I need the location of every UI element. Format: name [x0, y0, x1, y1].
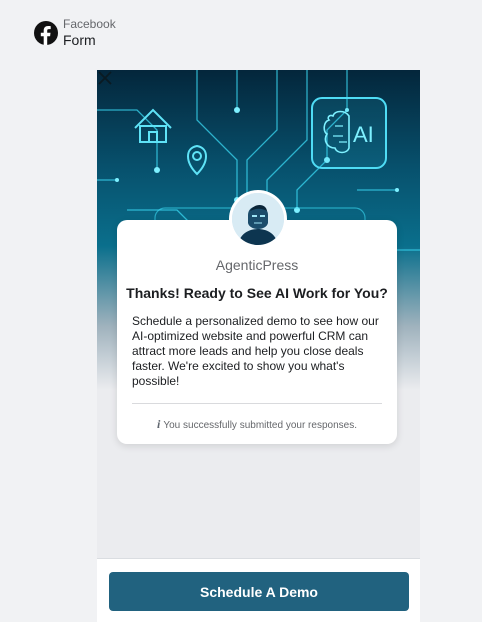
form-header: Facebook Form [34, 16, 116, 48]
info-icon: i [157, 417, 161, 431]
form-footer: Schedule A Demo [97, 558, 420, 622]
submission-confirmation: i You successfully submitted your respons… [117, 417, 397, 432]
svg-text:AI: AI [353, 122, 374, 147]
brand-name: AgenticPress [215, 257, 299, 273]
form-preview: AI AgenticPress Thanks! Ready to See AI … [97, 70, 420, 622]
header-title: Form [63, 32, 96, 48]
close-icon[interactable] [97, 70, 113, 86]
location-pin-icon [187, 144, 207, 176]
thank-you-headline: Thanks! Ready to See AI Work for You? [126, 285, 388, 301]
confirmation-card: AgenticPress Thanks! Ready to See AI Wor… [117, 190, 397, 444]
thank-you-message: Schedule a personalized demo to see how … [132, 314, 379, 388]
confirmation-text: You successfully submitted your response… [163, 420, 357, 431]
ai-brain-icon: AI [311, 97, 387, 169]
home-icon [134, 108, 172, 143]
robot-avatar-icon [232, 193, 284, 245]
facebook-icon [34, 21, 58, 45]
divider [132, 403, 382, 404]
header-subtitle: Facebook [63, 17, 116, 31]
avatar [229, 190, 287, 248]
schedule-demo-button[interactable]: Schedule A Demo [109, 572, 409, 611]
